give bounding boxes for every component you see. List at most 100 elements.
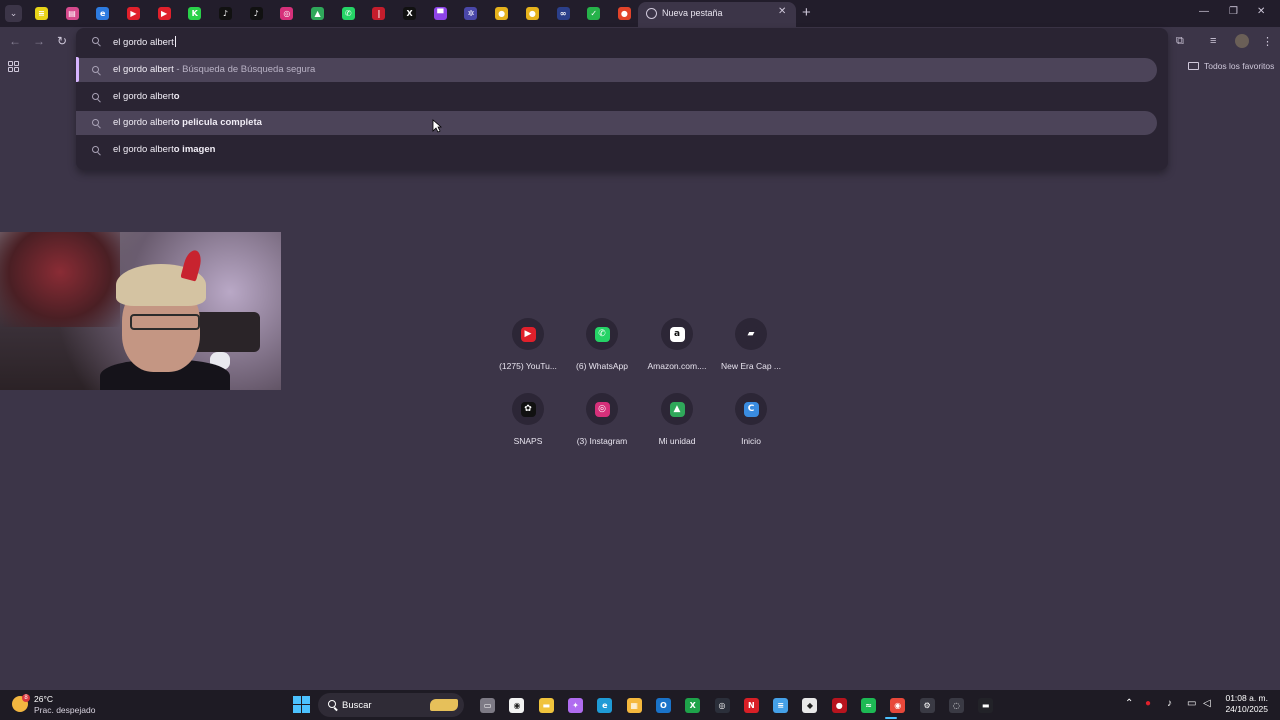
tiktok-1-favicon-icon: ♪	[218, 7, 232, 20]
taskbar-search[interactable]: Buscar	[318, 693, 464, 717]
taskbar-app-store[interactable]: ▦	[619, 696, 648, 714]
taskbar-app-explorer[interactable]: ▬	[532, 696, 561, 714]
omnibox-input[interactable]: el gordo albert	[113, 36, 176, 48]
shortcut-icon: ✆	[586, 318, 618, 350]
taskbar-app-copilot-app[interactable]: ✦	[561, 696, 590, 714]
tab-pinned-instagram[interactable]: ◎	[272, 0, 303, 27]
omnibox-query: el gordo albert	[113, 37, 174, 48]
clock[interactable]: 01:08 a. m. 24/10/2025	[1222, 693, 1268, 715]
reload-icon[interactable]: ↻	[57, 34, 67, 48]
taskbar-app-steam[interactable]: ◎	[707, 696, 736, 714]
weather-badge: 8	[22, 694, 30, 702]
active-app-indicator	[885, 717, 897, 719]
shortcut-tile[interactable]: a Amazon.com....	[637, 318, 717, 371]
taskbar-app-settings[interactable]: ⚙	[912, 696, 941, 714]
suggestion-3[interactable]: el gordo alberto pelicula completa	[76, 111, 1157, 135]
tab-pinned-red[interactable]: |	[364, 0, 395, 27]
shortcut-tile[interactable]: ▶ (1275) YouTu...	[488, 318, 568, 371]
start-button[interactable]	[293, 696, 310, 713]
back-icon[interactable]: ←	[9, 34, 21, 48]
game-red-icon: ●	[831, 697, 847, 713]
steam-icon: ◎	[714, 697, 730, 713]
taskview-icon: ▭	[480, 697, 496, 713]
taskbar-app-copilot[interactable]: ◉	[502, 696, 531, 714]
tab-pinned-gear[interactable]: ✲	[456, 0, 487, 27]
weather-temp: 26°C	[34, 694, 53, 704]
microphone-icon[interactable]: ♪	[1167, 698, 1172, 709]
search-highlight-art	[430, 699, 458, 711]
tab-new-tab[interactable]: Nueva pestaña ✕	[638, 2, 796, 27]
taskbar-app-xbox[interactable]: X	[678, 696, 707, 714]
tab-pinned-tiktok-1[interactable]: ♪	[210, 0, 241, 27]
kick-favicon-icon: K	[188, 7, 202, 20]
tab-pinned-tiktok-2[interactable]: ♪	[241, 0, 272, 27]
shortcut-tile[interactable]: ◎ (3) Instagram	[562, 393, 642, 446]
taskbar-app-roblox[interactable]: ◆	[795, 696, 824, 714]
pinned-tabs: ≡ ▤ e ▶ ▶ K ♪ ♪ ◎ ▲ ✆ | X ▀ ✲ ● ● ∞ ✓ ●	[26, 0, 640, 27]
suggestion-typed: el gordo albert	[113, 117, 174, 128]
tab-pinned-green[interactable]: ✓	[578, 0, 609, 27]
taskbar-app-netflix[interactable]: N	[737, 696, 766, 714]
clock-date: 24/10/2025	[1225, 704, 1268, 714]
suggestion-1[interactable]: el gordo albert - Búsqueda de Búsqueda s…	[76, 58, 1157, 82]
tab-pinned-3[interactable]: e	[87, 0, 118, 27]
close-tab-icon[interactable]: ✕	[778, 6, 786, 17]
text-caret	[174, 36, 176, 47]
tab-pinned-8[interactable]: ∞	[548, 0, 579, 27]
tab-pinned-kick[interactable]: K	[179, 0, 210, 27]
suggestion-4[interactable]: el gordo alberto imagen	[76, 138, 1157, 162]
shortcut-label: SNAPS	[513, 436, 543, 446]
tab-search-icon[interactable]: ≡	[1210, 35, 1216, 47]
profile-avatar[interactable]	[1235, 34, 1249, 48]
tab-pinned-yellow-1[interactable]: ●	[486, 0, 517, 27]
shortcut-label: (3) Instagram	[576, 436, 628, 446]
close-window-icon[interactable]: ✕	[1257, 6, 1265, 17]
taskbar-app-edge[interactable]: e	[590, 696, 619, 714]
tab-pinned-whatsapp[interactable]: ✆	[333, 0, 364, 27]
tab-pinned-youtube-2[interactable]: ▶	[149, 0, 180, 27]
volume-icon[interactable]: ◁	[1203, 698, 1211, 709]
taskbar-app-notes[interactable]: ≡	[766, 696, 795, 714]
shortcut-tile[interactable]: ▲ Mi unidad	[637, 393, 717, 446]
network-icon[interactable]: ▭	[1187, 698, 1196, 709]
suggestion-2[interactable]: el gordo alberto	[76, 85, 1157, 109]
new-tab-button[interactable]: +	[802, 5, 811, 20]
shortcut-tile[interactable]: ✆ (6) WhatsApp	[562, 318, 642, 371]
shortcut-favicon-icon: ◎	[594, 401, 610, 417]
taskbar-app-taskview[interactable]: ▭	[473, 696, 502, 714]
tray-app-icon[interactable]: ●	[1145, 698, 1151, 709]
taskbar-app-terminal[interactable]: ▬	[971, 696, 1000, 714]
shortcut-tile[interactable]: ✿ SNAPS	[488, 393, 568, 446]
chevron-up-icon[interactable]: ⌃	[1125, 698, 1133, 709]
tab-pinned-youtube-1[interactable]: ▶	[118, 0, 149, 27]
taskbar-app-outlook[interactable]: O	[649, 696, 678, 714]
shortcut-tile[interactable]: C Inicio	[711, 393, 791, 446]
tab-pinned-2[interactable]: ▤	[57, 0, 88, 27]
extensions-icon[interactable]: ⧉	[1176, 35, 1184, 48]
suggestion-typed: el gordo albert	[113, 144, 174, 155]
tab-pinned-reddit[interactable]: ●	[609, 0, 640, 27]
tab-pinned-1[interactable]: ≡	[26, 0, 57, 27]
minimize-icon[interactable]: —	[1199, 6, 1209, 17]
apps-grid-icon[interactable]	[8, 61, 19, 72]
yellow-1-favicon-icon: ●	[495, 7, 509, 20]
menu-icon[interactable]: ⋮	[1262, 35, 1273, 48]
tab-search-chevron-icon[interactable]: ⌄	[5, 5, 22, 22]
taskbar-app-game-red[interactable]: ●	[825, 696, 854, 714]
edge-icon: e	[597, 697, 613, 713]
tab-pinned-twitch[interactable]: ▀	[425, 0, 456, 27]
shortcut-tile[interactable]: ▰ New Era Cap ...	[711, 318, 791, 371]
all-bookmarks[interactable]: Todos los favoritos	[1188, 61, 1274, 71]
forward-icon[interactable]: →	[33, 34, 45, 48]
tab-pinned-yellow-2[interactable]: ●	[517, 0, 548, 27]
shortcut-icon: C	[735, 393, 767, 425]
tab-pinned-x[interactable]: X	[394, 0, 425, 27]
restore-icon[interactable]: ❐	[1229, 6, 1238, 17]
taskbar-app-obs[interactable]: ◌	[942, 696, 971, 714]
taskbar-app-chrome[interactable]: ◉	[883, 696, 912, 714]
taskbar-app-spotify[interactable]: ≈	[854, 696, 883, 714]
weather-condition: Prac. despejado	[34, 705, 96, 715]
tab-pinned-drive[interactable]: ▲	[302, 0, 333, 27]
shortcut-favicon-icon: a	[669, 326, 685, 342]
store-icon: ▦	[626, 697, 642, 713]
